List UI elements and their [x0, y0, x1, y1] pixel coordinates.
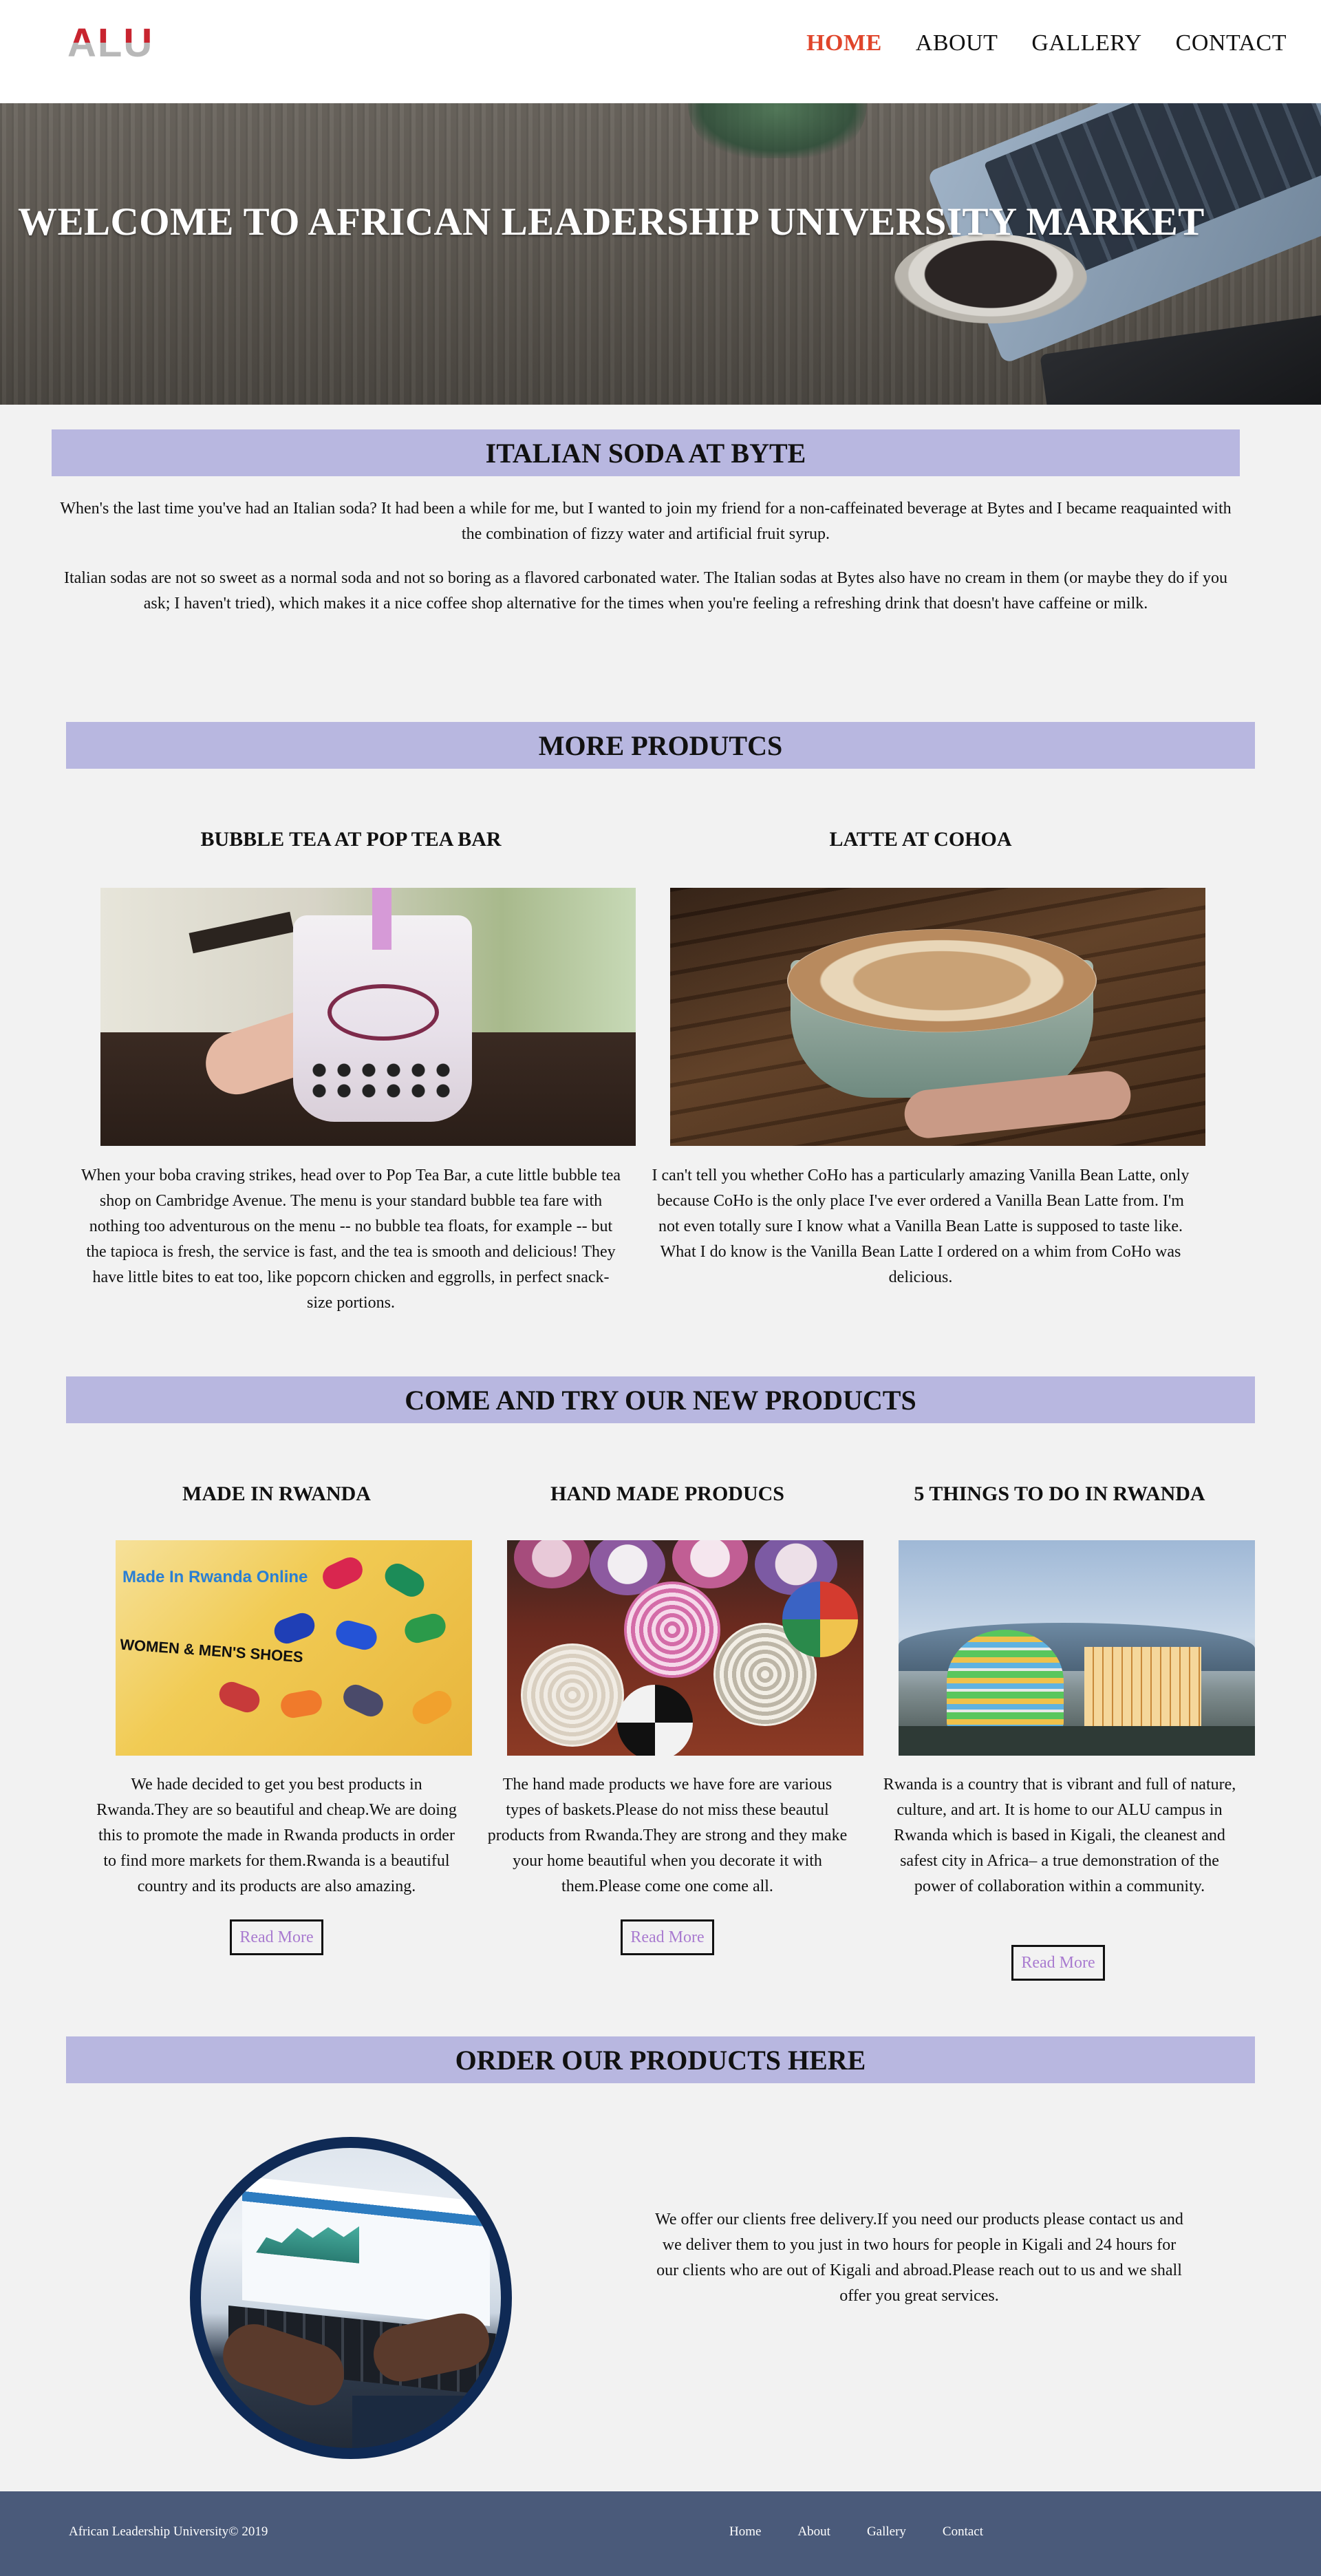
bubble-tea-title: BUBBLE TEA AT POP TEA BAR	[200, 828, 502, 851]
made-in-rwanda-image: Made In Rwanda Online WOMEN & MEN'S SHOE…	[116, 1540, 472, 1756]
made-in-rwanda-image-caption: Made In Rwanda Online	[122, 1568, 308, 1586]
nav-about[interactable]: ABOUT	[916, 30, 998, 56]
latte-title: LATTE AT COHOA	[829, 828, 1012, 851]
footer-link-about[interactable]: About	[797, 2524, 830, 2540]
more-products-heading: MORE PRODUTCS	[66, 722, 1255, 769]
made-in-rwanda-text: We hade decided to get you best products…	[96, 1776, 457, 1895]
made-in-rwanda-read-more-button[interactable]: Read More	[230, 1919, 323, 1955]
site-footer: African Leadership University© 2019 Home…	[0, 2491, 1321, 2576]
order-text: We offer our clients free delivery.If yo…	[655, 2211, 1183, 2305]
hand-made-products-text: The hand made products we have fore are …	[487, 1776, 848, 1895]
nav-gallery[interactable]: GALLERY	[1031, 30, 1141, 56]
hand-made-baskets-image	[507, 1540, 863, 1756]
latte-text: I can't tell you whether CoHo has a part…	[652, 1167, 1190, 1286]
italian-soda-paragraph-1: When's the last time you've had an Itali…	[60, 500, 1232, 543]
bubble-tea-text: When your boba craving strikes, head ove…	[81, 1167, 621, 1312]
shoes-image-caption: WOMEN & MEN'S SHOES	[119, 1635, 304, 1666]
things-to-do-text: Rwanda is a country that is vibrant and …	[883, 1776, 1236, 1895]
things-to-do-read-more-button[interactable]: Read More	[1011, 1945, 1105, 1981]
things-to-do-title: 5 THINGS TO DO IN RWANDA	[914, 1482, 1205, 1505]
hand-made-products-title: HAND MADE PRODUCS	[550, 1482, 784, 1505]
footer-link-home[interactable]: Home	[729, 2524, 761, 2540]
hero-banner: WELCOME TO AFRICAN LEADERSHIP UNIVERSITY…	[0, 103, 1321, 405]
made-in-rwanda-title: MADE IN RWANDA	[182, 1482, 371, 1505]
new-products-heading: COME AND TRY OUR NEW PRODUCTS	[66, 1376, 1255, 1423]
nav-home[interactable]: HOME	[806, 30, 882, 56]
kigali-city-image	[899, 1540, 1255, 1756]
footer-link-gallery[interactable]: Gallery	[867, 2524, 906, 2540]
hero-title: WELCOME TO AFRICAN LEADERSHIP UNIVERSITY…	[18, 200, 1205, 244]
alu-logo[interactable]: ALU ALU	[67, 22, 168, 61]
footer-link-contact[interactable]: Contact	[943, 2524, 983, 2540]
italian-soda-paragraph-2: Italian sodas are not so sweet as a norm…	[63, 569, 1228, 613]
bubble-tea-image	[100, 888, 636, 1146]
order-laptop-image	[190, 2137, 512, 2459]
footer-nav: Home About Gallery Contact	[729, 2524, 983, 2540]
order-heading: ORDER OUR PRODUCTS HERE	[66, 2036, 1255, 2083]
latte-image	[670, 888, 1205, 1146]
footer-copyright: African Leadership University© 2019	[69, 2524, 268, 2539]
hero-coffee-cup-image	[894, 234, 1087, 323]
site-header: ALU ALU HOME ABOUT GALLERY CONTACT	[0, 0, 1321, 103]
hero-plant-image	[688, 103, 867, 158]
italian-soda-heading: ITALIAN SODA AT BYTE	[52, 429, 1240, 476]
main-nav: HOME ABOUT GALLERY CONTACT	[806, 30, 1287, 56]
hand-made-products-read-more-button[interactable]: Read More	[621, 1919, 714, 1955]
nav-contact[interactable]: CONTACT	[1176, 30, 1287, 56]
